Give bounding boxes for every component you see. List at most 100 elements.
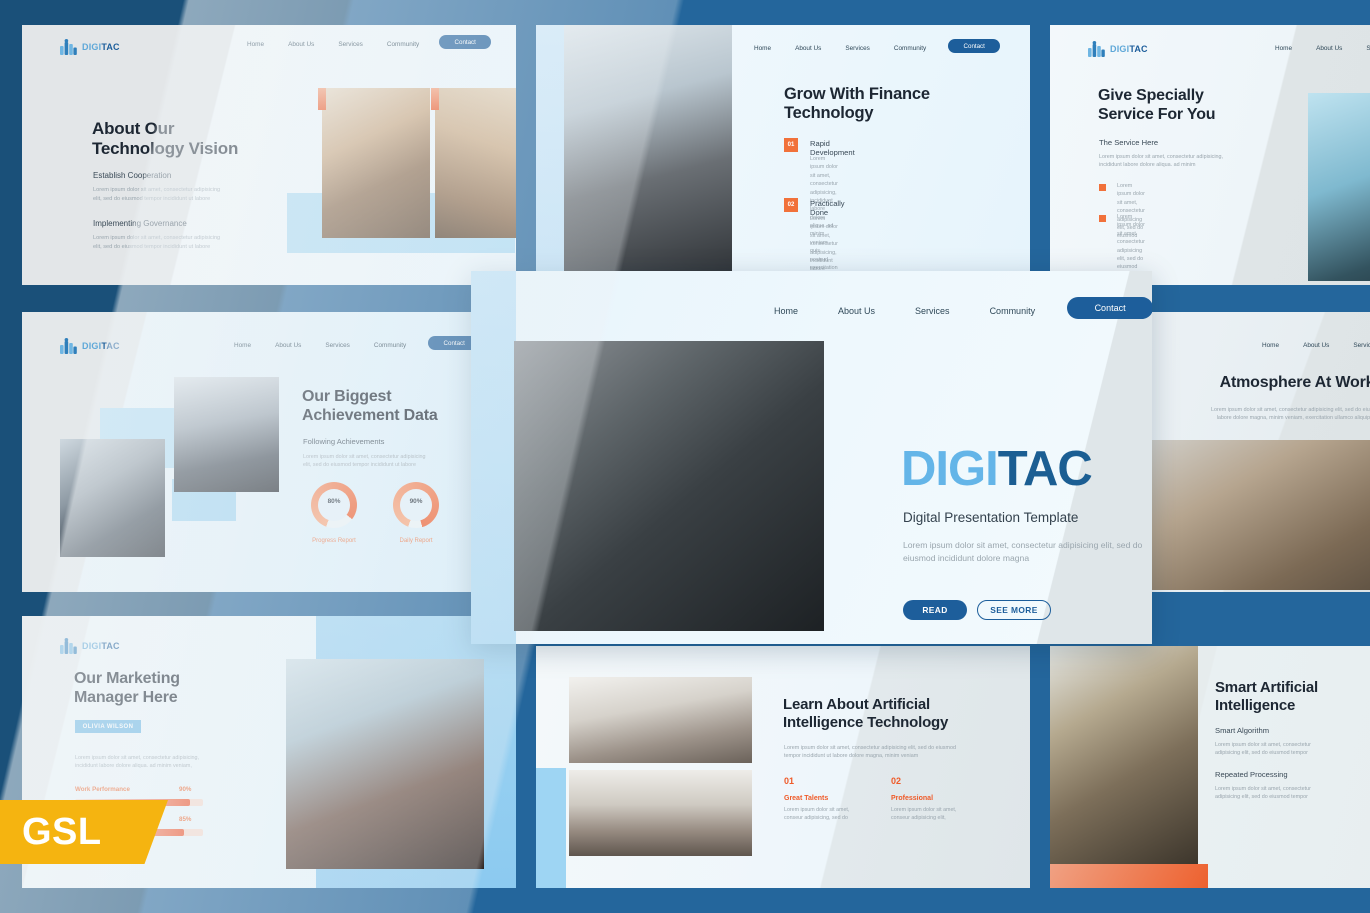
nav-item-services[interactable]: Services: [1353, 342, 1370, 349]
bar-label: Work Performance: [75, 786, 130, 793]
slide-body: Lorem ipsum dolor sit amet, consectetur …: [303, 454, 426, 469]
bar-chart-logo-icon: [60, 39, 77, 55]
nav-item-community[interactable]: Community: [894, 45, 926, 52]
nav-item-about-us[interactable]: About Us: [1303, 342, 1329, 349]
slide-title: Our Marketing Manager Here: [74, 670, 180, 706]
slide-title: Learn About Artificial Intelligence Tech…: [783, 696, 949, 731]
photo-team-meeting-right: [435, 88, 516, 238]
logo-text-digi: DIGI: [1110, 44, 1130, 54]
slide-title: Smart Artificial Intelligence: [1215, 679, 1318, 714]
nav-item-services[interactable]: Services: [325, 342, 350, 349]
donut-caption: Daily Report: [399, 538, 433, 544]
bar-value-label: 90%: [179, 786, 192, 793]
slide-learn-about-artificial-intelligence-technology[interactable]: Learn About Artificial Intelligence Tech…: [536, 646, 1030, 888]
bar-chart-logo-icon: [1088, 41, 1105, 57]
decorative-left-band: [471, 271, 516, 644]
slide-our-biggest-achievement-data[interactable]: DIGITAC Home About Us Services Community…: [22, 312, 516, 592]
photo-vr-woman-pointing: [569, 770, 752, 856]
section-heading-1: Smart Algorithm: [1215, 726, 1270, 735]
numbered-item-2: 02 Professional Lorem ipsum dolor sit am…: [891, 776, 956, 822]
nav-item-community[interactable]: Community: [374, 342, 406, 349]
nav-item-services[interactable]: Services: [915, 306, 950, 316]
brand-logo[interactable]: DIGITAC: [60, 638, 120, 654]
slide-body: Lorem ipsum dolor sit amet, consectetur …: [784, 745, 956, 760]
section-body-2: Lorem ipsum dolor sit amet, consectetur …: [1215, 786, 1311, 801]
slide-grow-with-finance-technology[interactable]: Home About Us Services Community Contact…: [536, 25, 1030, 285]
orange-accent-block: [1050, 864, 1208, 888]
name-tag-badge: OLIVIA WILSON: [75, 720, 141, 733]
slide-nav[interactable]: Home About Us Services Community Contact: [1275, 43, 1370, 53]
item-heading: Professional: [891, 795, 934, 802]
nav-item-services[interactable]: Services: [338, 41, 363, 48]
logo-text-tac: TAC: [1129, 44, 1148, 54]
nav-item-about-us[interactable]: About Us: [1316, 45, 1342, 52]
nav-item-home[interactable]: Home: [1262, 342, 1279, 349]
slide-nav[interactable]: Home About Us Services Community Contact: [247, 35, 492, 49]
photo-developer-monitors-1: [60, 439, 165, 557]
photo-team-hands: [1050, 646, 1198, 864]
hero-brand-title: DIGITAC: [901, 442, 1093, 496]
brand-logo[interactable]: DIGITAC: [1088, 41, 1148, 57]
photo-marketing-manager: [286, 659, 484, 869]
nav-item-community[interactable]: Community: [387, 41, 419, 48]
photo-team-meeting-left: [322, 88, 430, 238]
brand-logo[interactable]: DIGITAC: [60, 338, 120, 354]
slide-subheading: Following Achievements: [303, 437, 385, 446]
nav-item-services[interactable]: Services: [845, 45, 870, 52]
nav-item-home[interactable]: Home: [754, 45, 771, 52]
slide-title: About Our Technology Vision: [92, 119, 239, 159]
photo-developer-monitors-2: [174, 377, 279, 492]
nav-item-about-us[interactable]: About Us: [838, 306, 875, 316]
item-number: 01: [784, 776, 795, 786]
hero-brand-digi: DIGI: [901, 442, 999, 496]
orange-accent-tab-2: [431, 88, 439, 110]
logo-text-tac: TAC: [101, 42, 120, 52]
nav-contact-button[interactable]: Contact: [1067, 297, 1152, 319]
slide-body: Lorem ipsum dolor sit amet, consectetur …: [1099, 154, 1224, 169]
section-body-1: Lorem ipsum dolor sit amet, consectetur …: [93, 187, 221, 202]
nav-contact-button[interactable]: Contact: [948, 39, 1001, 53]
photo-vr-woman-holding-headset: [569, 677, 752, 763]
bar-chart-logo-icon: [60, 638, 77, 654]
slide-nav[interactable]: Home About Us Services Community Contact: [754, 39, 1001, 53]
square-bullet-icon: [1099, 184, 1106, 191]
nav-item-about-us[interactable]: About Us: [275, 342, 301, 349]
donut-caption: Progress Report: [312, 538, 356, 544]
hero-read-button[interactable]: READ: [903, 600, 967, 620]
nav-item-home[interactable]: Home: [774, 306, 798, 316]
hero-see-more-button[interactable]: SEE MORE: [977, 600, 1051, 620]
brand-logo[interactable]: DIGITAC: [60, 39, 120, 55]
logo-text-tac: TAC: [101, 641, 120, 651]
item-number-badge: 01: [784, 138, 798, 152]
decorative-left-block: [536, 768, 566, 888]
slide-about-our-technology-vision[interactable]: DIGITAC Home About Us Services Community…: [22, 25, 516, 285]
featured-slide-digitac-cover[interactable]: Home About Us Services Community Contact…: [471, 271, 1152, 644]
nav-item-about-us[interactable]: About Us: [795, 45, 821, 52]
donut-value-label: 90%: [409, 498, 423, 505]
photo-vr-man-pointing: [514, 341, 824, 631]
logo-text-tac: TAC: [101, 341, 120, 351]
nav-item-home[interactable]: Home: [247, 41, 264, 48]
nav-item-home[interactable]: Home: [234, 342, 251, 349]
nav-item-services[interactable]: Services: [1366, 45, 1370, 52]
donut-value-label: 80%: [327, 498, 341, 505]
slide-nav[interactable]: Home About Us Services Community Contact: [1262, 340, 1370, 350]
nav-item-community[interactable]: Community: [990, 306, 1036, 316]
slide-give-specially-service-for-you[interactable]: DIGITAC Home About Us Services Community…: [1050, 25, 1370, 285]
item-number: 02: [891, 776, 902, 786]
presentation-collage: DIGITAC Home About Us Services Community…: [0, 0, 1370, 913]
nav-item-about-us[interactable]: About Us: [288, 41, 314, 48]
numbered-item-1: 01 Great Talents Lorem ipsum dolor sit a…: [784, 776, 849, 822]
nav-item-home[interactable]: Home: [1275, 45, 1292, 52]
hero-nav[interactable]: Home About Us Services Community Contact: [774, 297, 1152, 319]
item-heading: Great Talents: [784, 795, 829, 802]
photo-office-workers: [564, 25, 732, 285]
bar-value-label: 85%: [179, 816, 192, 823]
square-bullet-icon: [1099, 215, 1106, 222]
slide-body: Lorem ipsum dolor sit amet, consectetur …: [75, 755, 200, 770]
decorative-left-band: [536, 25, 564, 285]
slide-nav[interactable]: Home About Us Services Community Contact: [234, 336, 481, 350]
nav-contact-button[interactable]: Contact: [439, 35, 492, 49]
slide-smart-artificial-intelligence[interactable]: Smart Artificial Intelligence Smart Algo…: [1050, 646, 1370, 888]
slide-title: Give Specially Service For You: [1098, 87, 1216, 123]
